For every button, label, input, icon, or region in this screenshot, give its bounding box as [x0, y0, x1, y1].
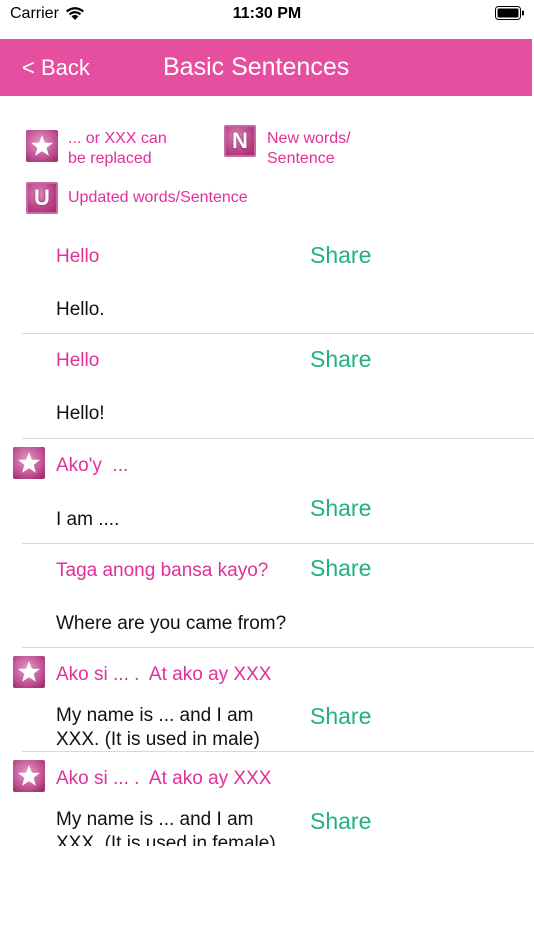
- phrase-text: Ako si ... . At ako ay XXX: [56, 768, 272, 789]
- phrase-text: Taga anong bansa kayo?: [56, 560, 269, 581]
- translation-text: My name is ... and I am XXX. (It is used…: [56, 809, 276, 846]
- star-icon: [13, 656, 45, 688]
- share-button[interactable]: Share: [310, 555, 371, 582]
- translation-text: I am ....: [56, 509, 120, 530]
- share-button[interactable]: Share: [310, 346, 371, 373]
- translation-text: Where are you came from?: [56, 613, 287, 634]
- share-button[interactable]: Share: [310, 808, 371, 835]
- star-icon: [13, 760, 45, 792]
- row-divider: [22, 543, 534, 544]
- translation-text: Hello.: [56, 299, 105, 320]
- phrase-text: Ako'y ...: [56, 455, 129, 476]
- row-divider: [22, 751, 534, 752]
- star-icon: [13, 447, 45, 479]
- share-button[interactable]: Share: [310, 495, 371, 522]
- share-button[interactable]: Share: [310, 242, 371, 269]
- phrase-text: Hello: [56, 350, 100, 371]
- row-divider: [22, 438, 534, 439]
- row-divider: [22, 333, 534, 334]
- share-button[interactable]: Share: [310, 703, 371, 730]
- row-divider: [22, 647, 534, 648]
- phrase-text: Hello: [56, 246, 100, 267]
- translation-text: Hello!: [56, 403, 105, 424]
- phrase-list: Hello Share Hello. Hello Share Hello! Ak…: [0, 0, 534, 846]
- phrase-text: Ako si ... . At ako ay XXX: [56, 664, 272, 685]
- translation-text: My name is ... and I am XXX. (It is used…: [56, 705, 260, 750]
